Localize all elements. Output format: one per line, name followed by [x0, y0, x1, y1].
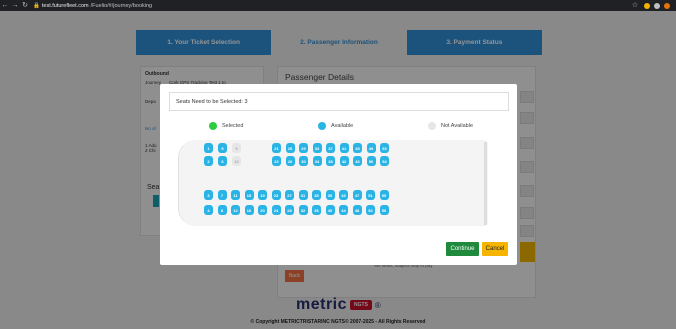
seat-35[interactable]: 35 — [312, 190, 321, 200]
legend-selected: Selected — [209, 122, 243, 130]
seat-53[interactable]: 53 — [380, 143, 389, 153]
seat-5[interactable]: 5 — [218, 143, 227, 153]
seat-10: 10 — [232, 156, 241, 166]
seat-24[interactable]: 24 — [271, 205, 281, 215]
seat-21[interactable]: 21 — [272, 143, 281, 153]
seat-30[interactable]: 30 — [299, 156, 308, 166]
seat-25[interactable]: 25 — [285, 143, 295, 153]
lock-icon: 🔒 — [33, 2, 40, 9]
seat-7[interactable]: 7 — [217, 190, 227, 200]
seat-1[interactable]: 1 — [204, 143, 213, 153]
seat-15[interactable]: 15 — [244, 190, 254, 200]
seat-32[interactable]: 32 — [298, 205, 308, 215]
seat-37[interactable]: 37 — [326, 143, 335, 153]
seat-38[interactable]: 38 — [326, 156, 335, 166]
seat-42[interactable]: 42 — [339, 156, 349, 166]
extension-icon[interactable] — [644, 2, 650, 9]
seat-51[interactable]: 51 — [366, 190, 375, 200]
not-available-dot-icon — [428, 122, 436, 130]
seat-44[interactable]: 44 — [339, 205, 348, 215]
seat-20[interactable]: 20 — [258, 205, 267, 215]
seat-56[interactable]: 56 — [379, 205, 389, 215]
seat-33[interactable]: 33 — [312, 143, 322, 153]
forward-arrow-icon[interactable]: → — [10, 0, 20, 11]
seat-49[interactable]: 49 — [366, 143, 376, 153]
seat-22[interactable]: 22 — [272, 156, 281, 166]
seat-3[interactable]: 3 — [204, 190, 213, 200]
url-host: test.futurefleet.com — [41, 2, 89, 9]
seat-26[interactable]: 26 — [285, 156, 295, 166]
seat-46[interactable]: 46 — [353, 156, 362, 166]
legend-not-available: Not Available — [428, 122, 473, 130]
address-bar[interactable]: 🔒 test.futurefleet.com/Fuelio/#/journey/… — [33, 3, 152, 9]
continue-button[interactable]: Continue — [446, 242, 479, 256]
seat-39[interactable]: 39 — [325, 190, 335, 200]
seat-41[interactable]: 41 — [339, 143, 349, 153]
seat-52[interactable]: 52 — [366, 205, 375, 215]
avatar[interactable] — [664, 2, 670, 9]
seat-2[interactable]: 2 — [204, 156, 213, 166]
seat-31[interactable]: 31 — [298, 190, 308, 200]
seat-28[interactable]: 28 — [285, 205, 294, 215]
seat-54[interactable]: 54 — [380, 156, 389, 166]
seat-9: 9 — [232, 143, 241, 153]
seat-23[interactable]: 23 — [271, 190, 281, 200]
seat-12[interactable]: 12 — [231, 205, 240, 215]
seat-43[interactable]: 43 — [339, 190, 348, 200]
available-dot-icon — [318, 122, 326, 130]
seat-45[interactable]: 45 — [353, 143, 362, 153]
browser-toolbar: ← → ↻ 🔒 test.futurefleet.com/Fuelio/#/jo… — [0, 0, 676, 11]
seat-36[interactable]: 36 — [312, 205, 321, 215]
legend-available: Available — [318, 122, 353, 130]
seat-19[interactable]: 19 — [258, 190, 267, 200]
puzzle-icon[interactable] — [654, 2, 660, 9]
reload-icon[interactable]: ↻ — [20, 0, 30, 11]
star-icon[interactable]: ☆ — [630, 0, 640, 11]
seat-8[interactable]: 8 — [217, 205, 227, 215]
seat-40[interactable]: 40 — [325, 205, 335, 215]
seat-selection-modal: Seats Need to be Selected: 3 Selected Av… — [160, 84, 517, 265]
seat-47[interactable]: 47 — [352, 190, 362, 200]
cancel-button[interactable]: Cancel — [482, 242, 508, 256]
seat-34[interactable]: 34 — [312, 156, 322, 166]
seat-11[interactable]: 11 — [231, 190, 240, 200]
seats-needed-text: Seats Need to be Selected: 3 — [169, 92, 509, 111]
seat-16[interactable]: 16 — [244, 205, 254, 215]
seat-4[interactable]: 4 — [204, 205, 213, 215]
back-arrow-icon[interactable]: ← — [0, 0, 10, 11]
url-path: /Fuelio/#/journey/booking — [90, 2, 153, 9]
seat-27[interactable]: 27 — [285, 190, 294, 200]
seat-48[interactable]: 48 — [352, 205, 362, 215]
seat-55[interactable]: 55 — [379, 190, 389, 200]
bus-rear — [484, 142, 487, 225]
legend-available-label: Available — [331, 123, 354, 129]
seat-6[interactable]: 6 — [218, 156, 227, 166]
selected-dot-icon — [209, 122, 217, 130]
seat-29[interactable]: 29 — [299, 143, 308, 153]
legend-selected-label: Selected — [222, 123, 244, 129]
legend-not-available-label: Not Available — [441, 123, 474, 129]
seat-50[interactable]: 50 — [366, 156, 376, 166]
